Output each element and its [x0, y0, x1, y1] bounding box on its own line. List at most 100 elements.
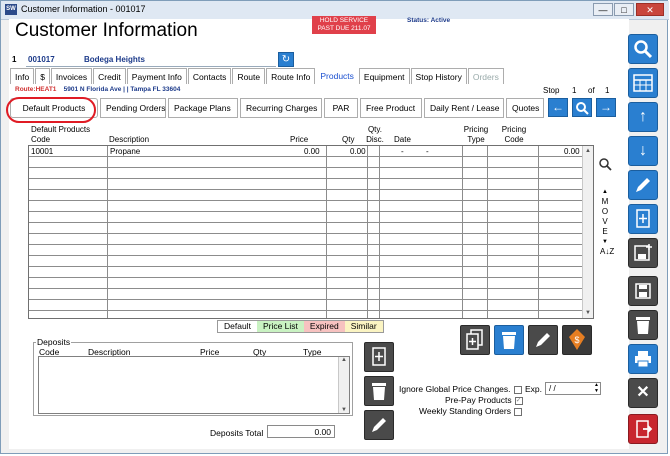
edit-deposit-button[interactable]: [364, 410, 394, 440]
scroll-up-arrow[interactable]: ▲: [339, 357, 349, 363]
products-grid[interactable]: 10001 Propane 0.00 0.00 - - 0.00 ▲ ▼: [28, 145, 594, 319]
arrow-up-icon: ↑: [639, 108, 647, 125]
trash-icon: [636, 317, 650, 334]
date-spinner-icon[interactable]: ▲ ▼: [594, 382, 599, 394]
close-window-button[interactable]: ✕: [636, 3, 664, 16]
sidebar-new-button[interactable]: [628, 204, 658, 234]
highlight-ring: [6, 97, 96, 123]
weekly-checkbox[interactable]: [513, 407, 522, 416]
products-scrollbar[interactable]: ▲ ▼: [582, 146, 593, 318]
sidebar-cancel-button[interactable]: ✕: [628, 378, 658, 408]
sidebar-save-new-button[interactable]: [628, 238, 658, 268]
grid-row-line: [29, 189, 585, 190]
grid-row-line: [29, 156, 585, 157]
stop-label: Stop: [543, 86, 560, 95]
exp-date-field[interactable]: / / ▲ ▼: [545, 382, 601, 395]
row-price: 0.00: [304, 147, 320, 156]
ignore-global-checkbox[interactable]: [513, 385, 522, 394]
tab-stop-history[interactable]: Stop History: [410, 68, 467, 84]
sidebar-save-button[interactable]: [628, 276, 658, 306]
move-letter: E: [602, 227, 608, 236]
delete-deposit-button[interactable]: [364, 376, 394, 406]
subtab-recurring-charges[interactable]: Recurring Charges: [240, 98, 322, 118]
row-qty: 0.00: [350, 147, 366, 156]
add-deposit-button[interactable]: [364, 342, 394, 372]
prepay-checkbox[interactable]: ✓: [514, 396, 523, 405]
next-stop-button[interactable]: →: [596, 98, 616, 117]
subtab-free-product[interactable]: Free Product: [360, 98, 422, 118]
row-date-day: -: [426, 147, 429, 156]
page-title: Customer Information: [15, 20, 198, 41]
subtab-package-plans[interactable]: Package Plans: [168, 98, 238, 118]
subtab-par[interactable]: PAR: [324, 98, 358, 118]
main-tabs: Info $ Invoices Credit Payment Info Cont…: [10, 68, 505, 84]
minimize-button[interactable]: —: [593, 3, 613, 16]
delete-product-button[interactable]: [494, 325, 524, 355]
scroll-up-arrow[interactable]: ▲: [583, 146, 593, 156]
edit-product-button[interactable]: [528, 325, 558, 355]
grid-row-line: [29, 167, 585, 168]
magnifier-icon: [599, 158, 612, 171]
sidebar-up-button[interactable]: ↑: [628, 102, 658, 132]
sort-az-icon[interactable]: A↓Z: [600, 247, 614, 256]
col-description: Description: [109, 135, 150, 144]
save-icon: [635, 283, 651, 299]
search-stop-button[interactable]: [572, 98, 592, 117]
tab-equipment[interactable]: Equipment: [358, 68, 410, 84]
sidebar-grid-button[interactable]: [628, 68, 658, 98]
col-date: Date: [394, 135, 411, 144]
tab-contacts[interactable]: Contacts: [187, 68, 232, 84]
sidebar-print-button[interactable]: [628, 344, 658, 374]
tab-orders[interactable]: Orders: [467, 68, 504, 84]
price-tag-icon: $: [569, 329, 585, 350]
deposits-scrollbar[interactable]: ▲ ▼: [338, 357, 349, 413]
row-date-month: -: [401, 147, 404, 156]
move-up-icon[interactable]: ▲: [601, 187, 609, 197]
tab-invoices[interactable]: Invoices: [50, 68, 93, 84]
window-title: Customer Information - 001017: [21, 4, 146, 14]
subtab-quotes[interactable]: Quotes: [506, 98, 544, 118]
customer-field[interactable]: [26, 52, 276, 67]
sidebar-delete-button[interactable]: [628, 310, 658, 340]
legend-expired: Expired: [303, 321, 345, 332]
subtab-pending-orders[interactable]: Pending Orders: [100, 98, 166, 118]
add-document-icon: [372, 347, 386, 366]
arrow-down-icon: ↓: [639, 142, 647, 159]
ignore-global-label: Ignore Global Price Changes.: [399, 384, 511, 394]
tab-route[interactable]: Route: [232, 68, 266, 84]
price-tag-button[interactable]: $: [562, 325, 592, 355]
scroll-down-arrow[interactable]: ▼: [339, 407, 349, 413]
app-icon: SW: [5, 4, 17, 15]
zoom-search-button[interactable]: [598, 157, 612, 174]
stop-current: 1: [572, 86, 577, 95]
tab-products[interactable]: Products: [316, 68, 358, 84]
prev-stop-button[interactable]: ←: [548, 98, 568, 117]
deposits-group-label: Deposits: [36, 337, 72, 347]
sidebar-down-button[interactable]: ↓: [628, 136, 658, 166]
tab-payment-info[interactable]: Payment Info: [126, 68, 187, 84]
sidebar-edit-button[interactable]: [628, 170, 658, 200]
row-description: Propane: [110, 147, 141, 156]
tab-credit[interactable]: Credit: [93, 68, 126, 84]
exp-date-value: / /: [549, 384, 556, 393]
sidebar-exit-button[interactable]: [628, 414, 658, 444]
tab-dollar[interactable]: $: [35, 68, 50, 84]
add-product-button[interactable]: [460, 325, 490, 355]
grid-row-line: [29, 310, 585, 311]
tab-route-info[interactable]: Route Info: [266, 68, 316, 84]
subtab-daily-rent-lease[interactable]: Daily Rent / Lease: [424, 98, 504, 118]
tab-info[interactable]: Info: [10, 68, 35, 84]
scroll-down-arrow[interactable]: ▼: [583, 308, 593, 318]
row-total: 0.00: [564, 147, 580, 156]
row-code: 10001: [31, 147, 54, 156]
maximize-button[interactable]: □: [614, 3, 634, 16]
pencil-icon: [372, 418, 386, 432]
move-down-icon[interactable]: ▼: [601, 237, 609, 247]
route-line: Route:HEAT1 5901 N Florida Ave | | Tampa…: [15, 86, 180, 93]
deposits-list[interactable]: ▲ ▼: [38, 356, 350, 414]
deposits-total-value: 0.00: [267, 425, 335, 438]
refresh-button[interactable]: ↻: [278, 52, 294, 67]
sidebar-search-button[interactable]: [628, 34, 658, 64]
move-control[interactable]: ▲ M O V E ▼: [601, 187, 609, 247]
exit-door-icon: [636, 420, 653, 438]
